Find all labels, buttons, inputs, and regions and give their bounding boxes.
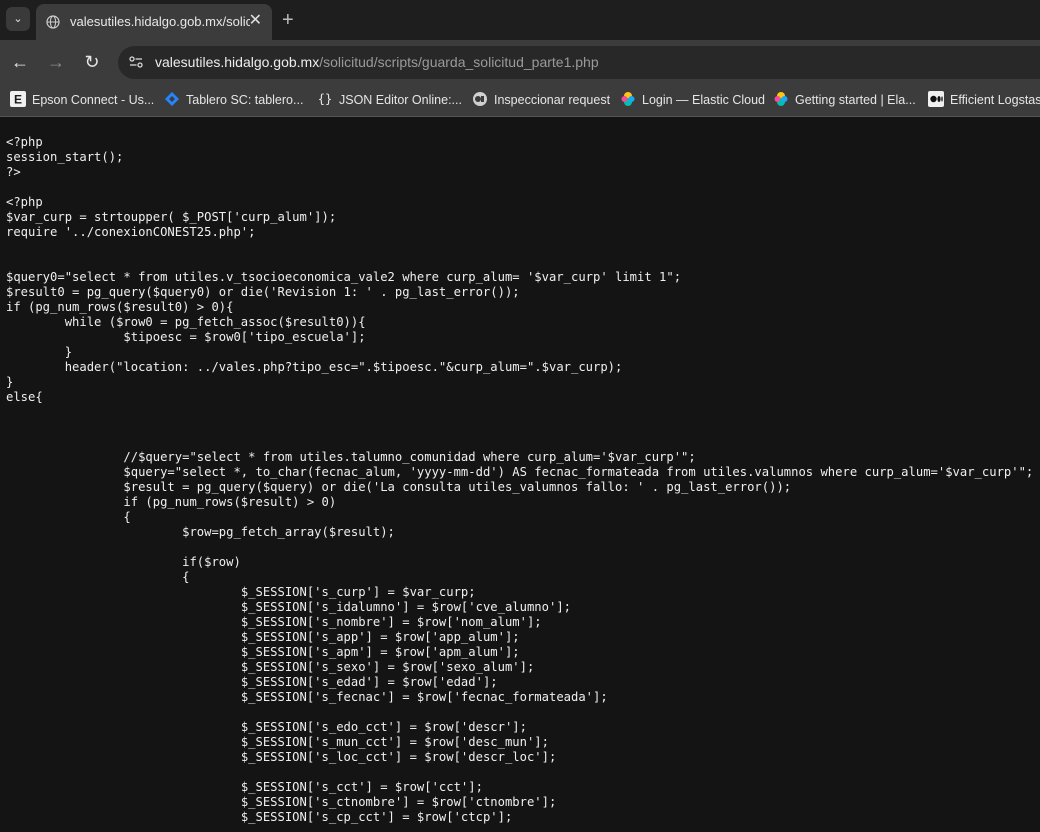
- code-line: $query0="select * from utiles.v_tsocioec…: [6, 270, 682, 284]
- code-line: $_SESSION['s_sexo'] = $row['sexo_alum'];: [6, 660, 535, 674]
- source-code-text: <?php session_start(); ?> <?php $var_cur…: [6, 135, 1033, 825]
- code-line: $_SESSION['s_ctnombre'] = $row['ctnombre…: [6, 795, 557, 809]
- code-line: $_SESSION['s_nombre'] = $row['nom_alum']…: [6, 615, 542, 629]
- bookmark-getting-started-elastic[interactable]: Getting started | Ela...: [773, 92, 916, 110]
- elastic-icon: [774, 92, 788, 106]
- tab-title: valesutiles.hidalgo.gob.mx/solic: [70, 14, 250, 29]
- code-line: $result = pg_query($query) or die('La co…: [6, 480, 792, 494]
- code-line: $_SESSION['s_fecnac'] = $row['fecnac_for…: [6, 690, 608, 704]
- url-text[interactable]: valesutiles.hidalgo.gob.mx/solicitud/scr…: [155, 54, 599, 70]
- address-bar[interactable]: valesutiles.hidalgo.gob.mx/solicitud/scr…: [118, 46, 1040, 79]
- page-content: <?php session_start(); ?> <?php $var_cur…: [0, 117, 1040, 832]
- active-tab[interactable]: valesutiles.hidalgo.gob.mx/solic ✕: [36, 4, 272, 40]
- tab-strip: ⌄ valesutiles.hidalgo.gob.mx/solic ✕ +: [0, 0, 1040, 40]
- bookmarks-bar: E Epson Connect - Us... Tablero SC: table…: [0, 84, 1040, 117]
- bookmark-inspeccionar-request[interactable]: Inspeccionar request: [472, 92, 610, 110]
- bookmark-tablero-sc[interactable]: Tablero SC: tablero...: [164, 92, 303, 110]
- code-line: require '../conexionCONEST25.php';: [6, 225, 256, 239]
- bookmark-json-editor[interactable]: {} JSON Editor Online:...: [317, 92, 462, 110]
- tab-search-button[interactable]: ⌄: [6, 7, 30, 31]
- code-line: $_SESSION['s_idalumno'] = $row['cve_alum…: [6, 600, 571, 614]
- code-line: $_SESSION['s_app'] = $row['app_alum'];: [6, 630, 520, 644]
- code-line: ?>: [6, 165, 21, 179]
- navigation-toolbar: ← → ↻ valesutiles.hidalgo.gob.mx/solicit…: [0, 40, 1040, 84]
- code-line: $query="select *, to_char(fecnac_alum, '…: [6, 465, 1034, 479]
- code-line: session_start();: [6, 150, 124, 164]
- code-line: $_SESSION['s_cct'] = $row['cct'];: [6, 780, 483, 794]
- code-line: $row=pg_fetch_array($result);: [6, 525, 395, 539]
- code-line: if($row): [6, 555, 241, 569]
- code-line: $var_curp = strtoupper( $_POST['curp_alu…: [6, 210, 337, 224]
- forward-button[interactable]: →: [45, 51, 67, 73]
- bookmark-epson-connect[interactable]: E Epson Connect - Us...: [10, 91, 154, 110]
- code-line: $_SESSION['s_apm'] = $row['apm_alum'];: [6, 645, 520, 659]
- url-host: valesutiles.hidalgo.gob.mx: [155, 54, 320, 70]
- code-line: {: [6, 570, 190, 584]
- url-path: /solicitud/scripts/guarda_solicitud_part…: [319, 54, 599, 70]
- code-line: $_SESSION['s_cp_cct'] = $row['ctcp'];: [6, 810, 513, 824]
- new-tab-button[interactable]: +: [282, 8, 294, 32]
- globe-icon: [46, 15, 60, 29]
- code-line: $_SESSION['s_curp'] = $var_curp;: [6, 585, 476, 599]
- elastic-icon: [621, 92, 635, 106]
- json-icon: {}: [317, 92, 333, 106]
- code-line: $tipoesc = $row0['tipo_escuela'];: [6, 330, 366, 344]
- code-line: {: [6, 510, 131, 524]
- close-icon[interactable]: ✕: [249, 11, 262, 31]
- code-line: //$query="select * from utiles.talumno_c…: [6, 450, 696, 464]
- code-line: }: [6, 375, 14, 389]
- epson-icon: E: [10, 91, 26, 107]
- code-line: header("location: ../vales.php?tipo_esc=…: [6, 360, 623, 374]
- bookmark-login-elastic-cloud[interactable]: Login — Elastic Cloud: [620, 92, 765, 110]
- code-line: $_SESSION['s_mun_cct'] = $row['desc_mun'…: [6, 735, 549, 749]
- site-info-icon[interactable]: [128, 54, 144, 70]
- code-line: }: [6, 345, 73, 359]
- code-line: <?php: [6, 135, 43, 149]
- code-line: else{: [6, 390, 43, 404]
- code-line: if (pg_num_rows($result) > 0): [6, 495, 337, 509]
- svg-text:E: E: [14, 93, 22, 107]
- bookmark-efficient-logstash[interactable]: Efficient Logstash: [928, 91, 1040, 110]
- code-line: $_SESSION['s_edo_cct'] = $row['descr'];: [6, 720, 527, 734]
- code-line: $result0 = pg_query($query0) or die('Rev…: [6, 285, 520, 299]
- medium-icon: [928, 91, 944, 107]
- jira-icon: [165, 92, 179, 106]
- code-line: $_SESSION['s_loc_cct'] = $row['descr_loc…: [6, 750, 557, 764]
- code-line: $_SESSION['s_edad'] = $row['edad'];: [6, 675, 498, 689]
- code-line: if (pg_num_rows($result0) > 0){: [6, 300, 234, 314]
- inspect-icon: [473, 92, 487, 106]
- reload-button[interactable]: ↻: [81, 51, 103, 73]
- code-line: <?php: [6, 195, 43, 209]
- code-line: while ($row0 = pg_fetch_assoc($result0))…: [6, 315, 366, 329]
- back-button[interactable]: ←: [9, 51, 31, 73]
